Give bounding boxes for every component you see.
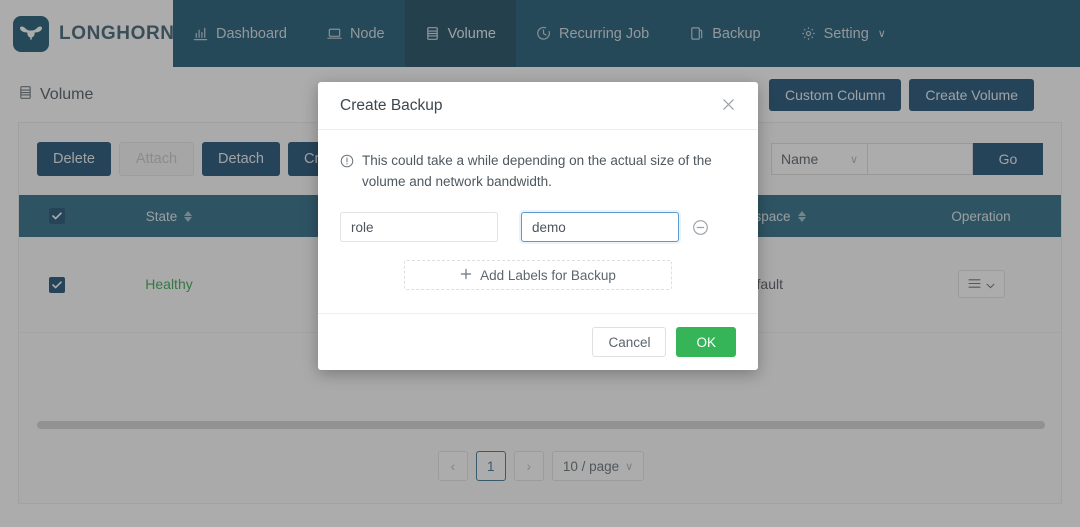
screen: LONGHORN Dashboard Node Volume Recurring… (0, 0, 1080, 527)
dialog-title: Create Backup (340, 96, 443, 114)
plus-icon (460, 268, 472, 283)
add-labels-for-backup-button[interactable]: Add Labels for Backup (404, 260, 672, 290)
ok-button[interactable]: OK (676, 327, 736, 357)
label-key-input[interactable] (340, 212, 498, 242)
dialog-note-text: This could take a while depending on the… (362, 153, 712, 189)
dialog-footer: Cancel OK (318, 313, 758, 370)
add-label-row: Add Labels for Backup (340, 260, 736, 290)
dialog-body: This could take a while depending on the… (318, 130, 758, 313)
info-circle-icon (340, 153, 354, 192)
cancel-button[interactable]: Cancel (592, 327, 667, 357)
dialog-header: Create Backup (318, 82, 758, 130)
close-icon[interactable] (721, 97, 736, 115)
dialog-note: This could take a while depending on the… (340, 150, 736, 192)
add-labels-label: Add Labels for Backup (480, 267, 616, 283)
create-backup-dialog: Create Backup This could take a while de… (318, 82, 758, 370)
minus-circle-icon[interactable] (692, 219, 709, 236)
label-value-input[interactable] (521, 212, 679, 242)
label-row (340, 212, 736, 242)
